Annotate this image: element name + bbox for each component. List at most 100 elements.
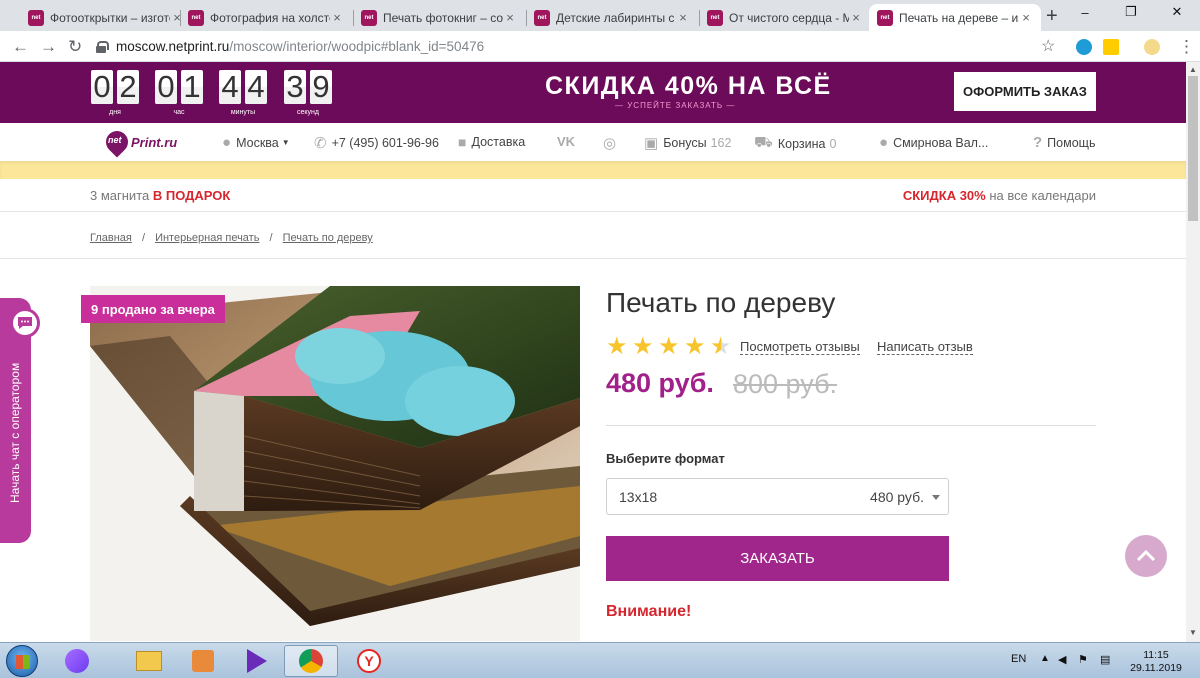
browser-tab[interactable]: net Фотография на холсте × xyxy=(180,4,352,31)
language-indicator[interactable]: EN xyxy=(1011,653,1026,665)
profile-avatar[interactable] xyxy=(1144,39,1160,55)
user-menu[interactable]: ● Смирнова Вал... xyxy=(879,134,988,151)
countdown-label: минуты xyxy=(230,109,256,116)
promo-title: СКИДКА 40% НА ВСЁ xyxy=(545,72,832,100)
page-scrollbar[interactable]: ▲ ▼ xyxy=(1186,62,1200,642)
chevron-down-icon xyxy=(932,495,940,500)
countdown-digit: 4 xyxy=(245,69,267,104)
star-icon: ★ xyxy=(658,333,680,360)
close-tab-icon[interactable]: × xyxy=(849,10,863,25)
bonuses-link[interactable]: ▣ Бонусы 162 xyxy=(644,134,731,152)
minimize-button[interactable]: – xyxy=(1062,0,1108,24)
calendar-offer[interactable]: СКИДКА 30% на все календари xyxy=(903,188,1096,203)
volume-icon[interactable]: ◀ xyxy=(1058,653,1066,666)
media-player-icon[interactable] xyxy=(176,645,230,677)
maximize-button[interactable]: ❐ xyxy=(1108,0,1154,24)
wood-prints-photo xyxy=(90,286,580,641)
half-star-icon: ★ xyxy=(710,333,732,360)
back-icon[interactable]: ← xyxy=(12,37,29,57)
help-link[interactable]: ? Помощь xyxy=(1033,134,1095,151)
bookmark-star-icon[interactable]: ☆ xyxy=(1041,36,1055,56)
operator-chat-tab[interactable]: Начать чат с оператором xyxy=(0,298,40,543)
question-icon: ? xyxy=(1033,134,1043,151)
network-icon[interactable]: ▤ xyxy=(1100,653,1110,666)
instagram-link[interactable]: ◎ xyxy=(603,134,621,152)
video-app-icon[interactable] xyxy=(230,645,284,677)
chevron-up-icon xyxy=(1136,550,1156,562)
breadcrumb-link[interactable]: Печать по дереву xyxy=(283,232,373,244)
truck-icon: ■ xyxy=(458,134,467,150)
chat-bubble-icon xyxy=(10,308,40,338)
browser-tab-active[interactable]: net Печать на дереве – изго × xyxy=(869,4,1041,31)
cart-link[interactable]: ⛟ Корзина 0 xyxy=(754,134,836,153)
browser-tab[interactable]: net Детские лабиринты с фото × xyxy=(526,4,698,31)
close-tab-icon[interactable]: × xyxy=(676,10,690,25)
windows-taskbar: Y EN ▲ ◀ ⚑ ▤ 11:15 29.11.2019 xyxy=(0,642,1200,678)
gift-icon: ▣ xyxy=(644,135,659,152)
scroll-up-arrow-icon[interactable]: ▲ xyxy=(1189,65,1197,74)
user-icon: ● xyxy=(879,134,889,151)
cart-count: 0 xyxy=(829,136,837,151)
chrome-taskbar-icon[interactable] xyxy=(284,645,338,677)
phone-link[interactable]: ✆ +7 (495) 601-96-96 xyxy=(314,134,439,152)
scroll-to-top-button[interactable] xyxy=(1125,535,1167,577)
scroll-down-arrow-icon[interactable]: ▼ xyxy=(1189,628,1197,637)
netprint-favicon-icon: net xyxy=(534,9,550,26)
countdown-digit: 0 xyxy=(155,69,177,104)
browser-tab[interactable]: net Фотооткрытки – изготовление × xyxy=(20,4,192,31)
view-reviews-link[interactable]: Посмотреть отзывы xyxy=(740,339,860,355)
netprint-logo[interactable]: net Print.ru xyxy=(101,126,177,158)
reload-icon[interactable]: ↻ xyxy=(68,37,82,57)
vk-link[interactable]: VK xyxy=(557,134,580,149)
address-bar[interactable]: moscow.netprint.ru /moscow/interior/wood… xyxy=(96,34,1066,59)
yandex-extension-icon[interactable] xyxy=(1103,39,1119,55)
tab-title: Фотооткрытки – изготовление xyxy=(50,10,170,25)
checkout-button[interactable]: ОФОРМИТЬ ЗАКАЗ xyxy=(954,72,1096,111)
tab-title: От чистого сердца - Mos xyxy=(729,10,849,25)
promo-subtitle: — УСПЕЙТЕ ЗАКАЗАТЬ — xyxy=(615,101,736,110)
netprint-favicon-icon: net xyxy=(877,9,893,26)
write-review-link[interactable]: Написать отзыв xyxy=(877,339,973,355)
delivery-link[interactable]: ■ Доставка xyxy=(458,134,525,150)
close-window-button[interactable]: ✕ xyxy=(1154,0,1200,24)
start-button[interactable] xyxy=(6,645,38,677)
tab-title: Печать на дереве – изго xyxy=(899,10,1019,25)
star-icon: ★ xyxy=(632,333,654,360)
format-select[interactable]: 13x18 480 руб. xyxy=(606,478,949,515)
breadcrumb-link[interactable]: Интерьерная печать xyxy=(155,232,259,244)
chevron-down-icon: ▼ xyxy=(281,138,290,147)
magnets-offer[interactable]: 3 магнита В ПОДАРОК xyxy=(90,188,230,203)
alice-app-icon[interactable] xyxy=(50,645,104,677)
browser-tab[interactable]: net Печать фотокниг – создать × xyxy=(353,4,525,31)
yandex-browser-icon[interactable]: Y xyxy=(342,645,396,677)
netprint-favicon-icon: net xyxy=(28,9,44,26)
close-tab-icon[interactable]: × xyxy=(503,10,517,25)
order-button[interactable]: ЗАКАЗАТЬ xyxy=(606,536,949,581)
instagram-icon: ◎ xyxy=(603,135,617,152)
site-nav: net Print.ru ● Москва ▼ ✆ +7 (495) 601-9… xyxy=(0,123,1186,161)
tab-title: Детские лабиринты с фото xyxy=(556,10,676,25)
close-tab-icon[interactable]: × xyxy=(330,10,344,25)
tray-expand-icon[interactable]: ▲ xyxy=(1040,653,1050,664)
flag-icon[interactable]: ⚑ xyxy=(1078,653,1088,666)
countdown-digit: 9 xyxy=(310,69,332,104)
chrome-menu-icon[interactable]: ⋮ xyxy=(1178,37,1195,57)
product-image[interactable] xyxy=(90,286,580,641)
taskbar-clock[interactable]: 11:15 29.11.2019 xyxy=(1126,649,1186,675)
lock-icon xyxy=(96,40,109,53)
format-price: 480 руб. xyxy=(870,489,924,505)
breadcrumb-link[interactable]: Главная xyxy=(90,232,132,244)
notice-strip xyxy=(0,161,1186,179)
forward-icon[interactable]: → xyxy=(40,37,57,57)
format-value: 13x18 xyxy=(619,489,658,505)
new-tab-button[interactable]: + xyxy=(1046,5,1058,28)
breadcrumb: Главная / Интерьерная печать / Печать по… xyxy=(90,232,373,244)
close-tab-icon[interactable]: × xyxy=(1019,10,1033,25)
chat-label: Начать чат с оператором xyxy=(8,362,22,503)
skype-extension-icon[interactable] xyxy=(1076,39,1092,55)
city-selector[interactable]: ● Москва ▼ xyxy=(222,134,290,151)
file-explorer-icon[interactable] xyxy=(122,645,176,677)
phone-icon: ✆ xyxy=(314,135,327,152)
browser-tab[interactable]: net От чистого сердца - Mos × xyxy=(699,4,871,31)
scrollbar-thumb[interactable] xyxy=(1188,76,1198,221)
